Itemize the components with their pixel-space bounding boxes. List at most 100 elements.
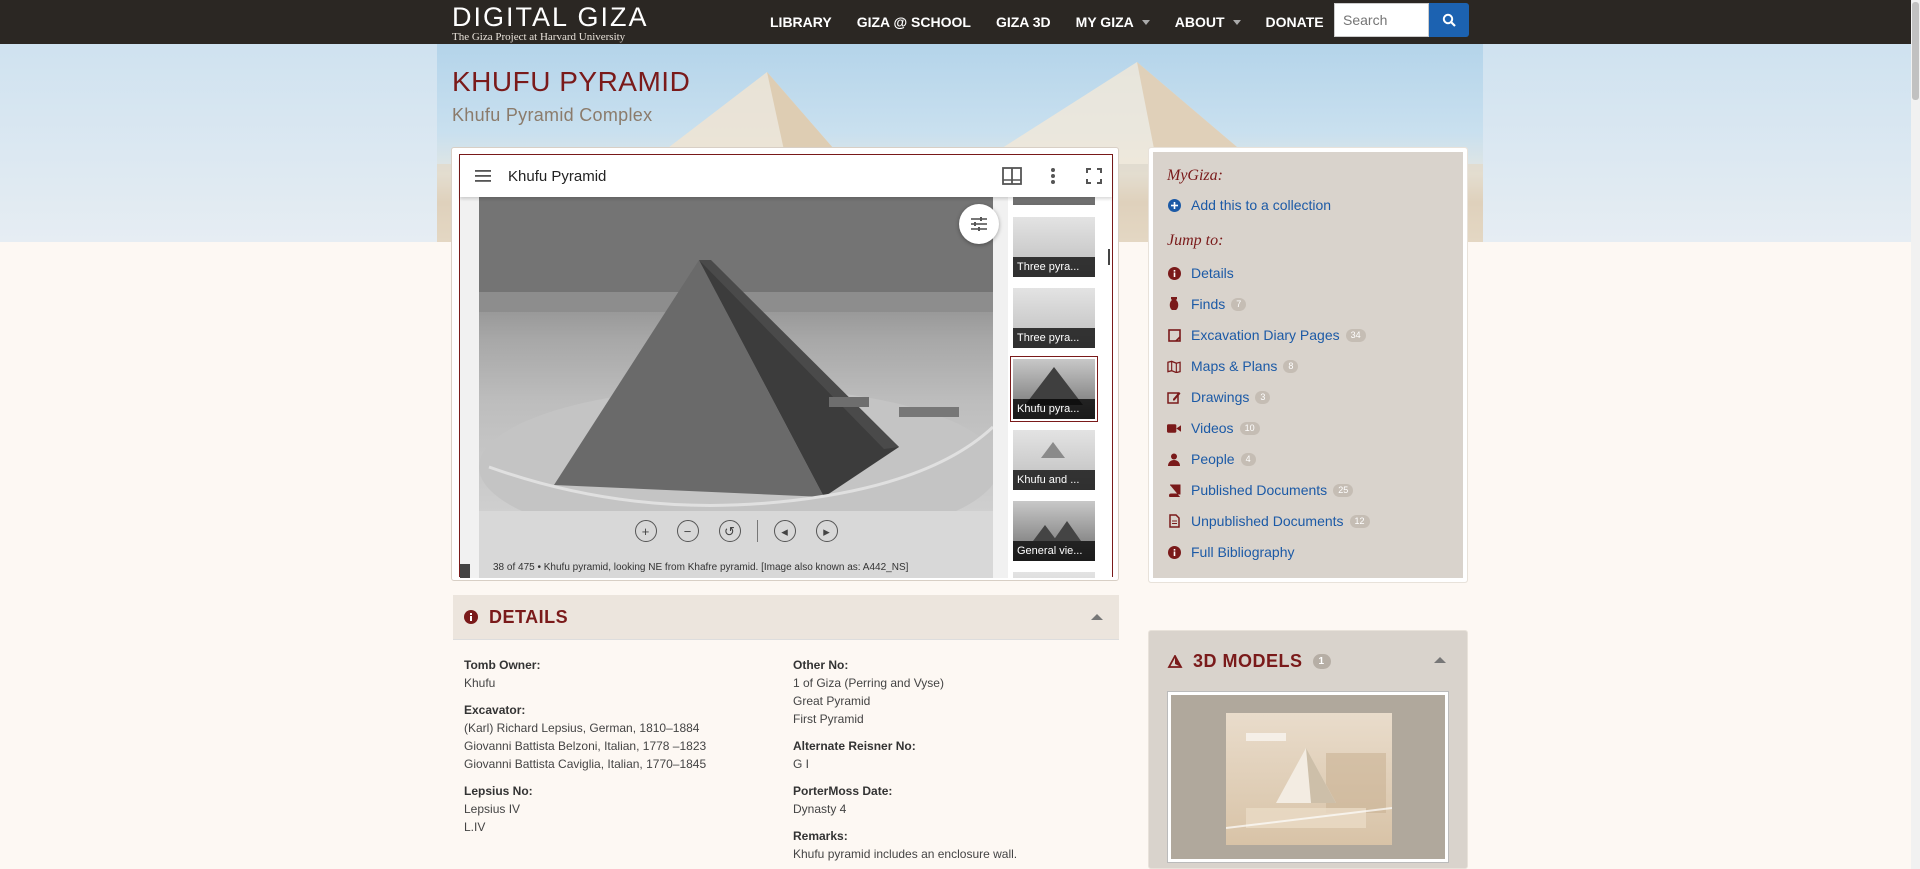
pencil-icon	[1167, 390, 1181, 404]
detail-value: 1 of Giza (Perring and Vyse)	[793, 676, 944, 690]
models-heading-label: 3D MODELS	[1193, 651, 1303, 671]
collapse-icon[interactable]	[1434, 657, 1446, 663]
count-badge: 4	[1240, 452, 1256, 466]
detail-other-no: Other No: 1 of Giza (Perring and Vyse) G…	[793, 656, 1017, 728]
diary-icon	[1167, 328, 1181, 342]
detail-tomb-owner: Tomb Owner: Khufu	[464, 656, 706, 692]
jump-link-maps-plans[interactable]: Maps & Plans 8	[1167, 358, 1299, 374]
detail-portermoss-date: PorterMoss Date: Dynasty 4	[793, 782, 1017, 818]
jump-link-full-bibliography[interactable]: Full Bibliography	[1167, 544, 1295, 560]
models-heading[interactable]: 3D MODELS 1	[1193, 651, 1331, 672]
jump-link-label: Details	[1191, 265, 1234, 281]
video-icon	[1167, 421, 1181, 435]
menu-icon[interactable]	[474, 166, 494, 186]
search-input[interactable]	[1334, 3, 1429, 37]
nav-label: DONATE	[1265, 14, 1324, 30]
zoom-out-icon[interactable]: −	[676, 520, 699, 542]
nav-giza-school[interactable]: GIZA @ SCHOOL	[857, 14, 971, 30]
sliders-icon	[971, 217, 987, 231]
jump-link-finds[interactable]: Finds 7	[1167, 296, 1247, 312]
collapse-icon[interactable]	[1091, 614, 1103, 620]
hero-side-left	[0, 44, 437, 242]
person-icon	[1167, 452, 1181, 466]
detail-excavator: Excavator: (Karl) Richard Lepsius, Germa…	[464, 701, 706, 773]
thumbnail-item[interactable]	[1013, 572, 1095, 578]
fullscreen-icon[interactable]	[1084, 166, 1104, 186]
thumbnail-item-active[interactable]: Khufu pyra...	[1010, 356, 1098, 422]
nav-giza-3d[interactable]: GIZA 3D	[996, 14, 1051, 30]
detail-value: L.IV	[464, 820, 486, 834]
thumbnail-item[interactable]: Three pyra...	[1013, 217, 1095, 277]
nav-donate[interactable]: DONATE	[1266, 14, 1324, 30]
jump-link-drawings[interactable]: Drawings 3	[1167, 389, 1271, 405]
jump-link-diary-pages[interactable]: Excavation Diary Pages 34	[1167, 327, 1366, 343]
detail-alternate-reisner-no: Alternate Reisner No: G I	[793, 737, 1017, 773]
add-to-collection-link[interactable]: Add this to a collection	[1167, 197, 1331, 213]
image-caption: 38 of 475 • Khufu pyramid, looking NE fr…	[493, 562, 909, 573]
jump-link-people[interactable]: People 4	[1167, 451, 1256, 467]
details-section-header[interactable]: DETAILS	[453, 595, 1119, 640]
image-settings-button[interactable]	[959, 204, 999, 244]
count-badge: 25	[1333, 483, 1354, 497]
jump-link-unpublished-documents[interactable]: Unpublished Documents 12	[1167, 513, 1370, 529]
page-scrollbar-thumb[interactable]	[1912, 2, 1919, 100]
jump-link-details[interactable]: Details	[1167, 265, 1234, 281]
site-logo[interactable]: DIGITAL GIZA The Giza Project at Harvard…	[452, 4, 649, 44]
vase-icon	[1167, 297, 1181, 311]
logo-subtitle: The Giza Project at Harvard University	[452, 31, 626, 43]
nav-library[interactable]: LIBRARY	[770, 14, 832, 30]
next-icon[interactable]: ▸	[815, 520, 838, 542]
jump-link-videos[interactable]: Videos 10	[1167, 420, 1260, 436]
book-view-icon[interactable]	[1002, 166, 1022, 186]
thumbnail-label: Khufu and ...	[1013, 470, 1095, 490]
details-right-column: Other No: 1 of Giza (Perring and Vyse) G…	[793, 656, 1017, 869]
model-render	[1225, 713, 1393, 845]
detail-label: Tomb Owner:	[464, 658, 541, 672]
book-icon	[1167, 483, 1181, 497]
scroll-edge-left	[460, 564, 470, 578]
main-photo[interactable]	[479, 197, 993, 511]
jump-link-label: Maps & Plans	[1191, 358, 1278, 374]
count-badge: 7	[1231, 297, 1247, 311]
reset-zoom-icon[interactable]: ↺	[718, 520, 741, 542]
page-scrollbar[interactable]	[1911, 0, 1920, 869]
viewer-title: Khufu Pyramid	[508, 168, 607, 185]
document-icon	[1167, 514, 1181, 528]
detail-value: Great Pyramid	[793, 694, 871, 708]
search-button[interactable]	[1429, 3, 1469, 37]
thumbnail-label: General vie...	[1013, 541, 1095, 561]
jump-link-label: Unpublished Documents	[1191, 513, 1344, 529]
thumbnail-item[interactable]: Khufu and ...	[1013, 430, 1095, 490]
detail-value: G I	[793, 757, 810, 771]
count-badge: 12	[1349, 514, 1370, 528]
nav-about[interactable]: ABOUT	[1175, 14, 1241, 30]
nav-my-giza[interactable]: MY GIZA	[1076, 14, 1150, 30]
detail-label: Other No:	[793, 658, 849, 672]
caret-down-icon	[1232, 19, 1241, 25]
plus-circle-icon	[1167, 198, 1181, 212]
thumbnail-label: Khufu pyra...	[1013, 399, 1095, 419]
thumbnail-strip: Three pyra... Three pyra... Khufu pyra..…	[1008, 197, 1112, 578]
viewer-header: Khufu Pyramid	[460, 155, 1112, 197]
thumbnail-item[interactable]: Three pyra...	[1013, 288, 1095, 348]
info-icon	[1167, 545, 1181, 559]
nav-label: ABOUT	[1174, 14, 1225, 30]
thumbnail-label: Three pyra...	[1013, 257, 1095, 277]
thumbnail-item[interactable]: General vie...	[1013, 501, 1095, 561]
info-icon	[464, 610, 478, 629]
jump-link-label: Published Documents	[1191, 482, 1328, 498]
thumbnail-label: Three pyra...	[1013, 328, 1095, 348]
model-thumbnail[interactable]	[1167, 691, 1449, 863]
viewer-frame: Khufu Pyramid + − ↺ ◂ ▸ 38 of 475 • Khuf…	[459, 154, 1113, 578]
image-viewer: Khufu Pyramid + − ↺ ◂ ▸ 38 of 475 • Khuf…	[451, 147, 1119, 581]
mygiza-heading: MyGiza:	[1167, 167, 1223, 184]
jump-link-label: Full Bibliography	[1191, 544, 1295, 560]
thumbnail-item[interactable]	[1013, 197, 1095, 205]
zoom-in-icon[interactable]: +	[634, 520, 657, 542]
thumbnail-scrollbar[interactable]	[1108, 249, 1110, 265]
nav-label: LIBRARY	[770, 14, 832, 30]
previous-icon[interactable]: ◂	[773, 520, 796, 542]
more-options-icon[interactable]	[1043, 166, 1063, 186]
jump-link-published-documents[interactable]: Published Documents 25	[1167, 482, 1354, 498]
cube-icon	[1167, 654, 1183, 674]
